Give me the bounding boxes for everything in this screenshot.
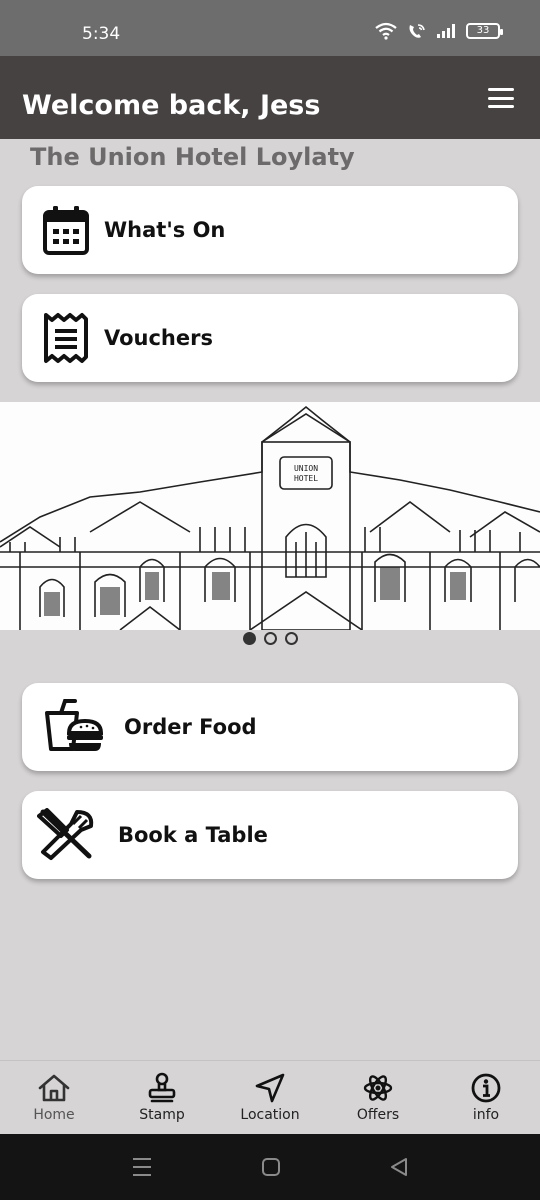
- stamp-icon: [145, 1071, 179, 1105]
- battery-icon: 33: [466, 23, 503, 39]
- nav-info[interactable]: info: [432, 1061, 540, 1134]
- status-time: 5:34: [82, 24, 121, 44]
- whats-on-label: What's On: [104, 218, 226, 242]
- carousel-indicator: [0, 632, 540, 646]
- home-icon: [37, 1071, 71, 1105]
- hamburger-menu-icon[interactable]: [488, 88, 514, 108]
- atom-icon: [361, 1071, 395, 1105]
- back-icon[interactable]: [389, 1157, 409, 1177]
- vouchers-button[interactable]: Vouchers: [22, 294, 518, 382]
- navigation-arrow-icon: [253, 1071, 287, 1105]
- order-food-label: Order Food: [124, 715, 257, 739]
- nav-location-label: Location: [240, 1107, 300, 1123]
- nav-home[interactable]: Home: [0, 1061, 108, 1134]
- status-icons: 33: [374, 22, 503, 40]
- order-food-button[interactable]: Order Food: [22, 683, 518, 771]
- nav-offers-label: Offers: [356, 1107, 400, 1123]
- carousel-dot[interactable]: [242, 632, 256, 645]
- status-bar: 5:34 33: [0, 0, 540, 56]
- wifi-calling-icon: [409, 24, 425, 38]
- book-table-label: Book a Table: [118, 823, 268, 847]
- book-table-button[interactable]: Book a Table: [22, 791, 518, 879]
- hotel-sign-line2: HOTEL: [294, 474, 318, 483]
- app-header: Welcome back, Jess: [0, 56, 540, 139]
- nav-home-label: Home: [33, 1107, 75, 1123]
- info-icon: [469, 1071, 503, 1105]
- nav-stamp[interactable]: Stamp: [108, 1061, 216, 1134]
- utensils-icon: [36, 805, 96, 865]
- union-hotel-sketch: UNION HOTEL: [0, 405, 540, 630]
- wifi-icon: [375, 22, 397, 40]
- carousel-dot[interactable]: [263, 632, 277, 645]
- nav-offers[interactable]: Offers: [324, 1061, 432, 1134]
- nav-info-label: info: [472, 1107, 500, 1123]
- hotel-sign-line1: UNION: [294, 464, 318, 473]
- nav-location[interactable]: Location: [216, 1061, 324, 1134]
- drink-burger-icon: [36, 697, 108, 757]
- page-title: Welcome back, Jess: [22, 90, 321, 121]
- nav-stamp-label: Stamp: [139, 1107, 185, 1123]
- carousel-dot[interactable]: [284, 632, 298, 645]
- signal-icon: [437, 24, 455, 38]
- bottom-navigation: Home Stamp Location Offers info: [0, 1060, 540, 1134]
- receipt-icon: [36, 308, 96, 368]
- hotel-image-carousel[interactable]: UNION HOTEL: [0, 402, 540, 630]
- home-button-icon[interactable]: [261, 1157, 281, 1177]
- vouchers-label: Vouchers: [104, 326, 213, 350]
- calendar-icon: [36, 200, 96, 260]
- recent-apps-icon[interactable]: [132, 1156, 152, 1178]
- venue-subtitle: The Union Hotel Loylaty: [30, 143, 355, 171]
- system-navigation-bar: [0, 1134, 540, 1200]
- whats-on-button[interactable]: What's On: [22, 186, 518, 274]
